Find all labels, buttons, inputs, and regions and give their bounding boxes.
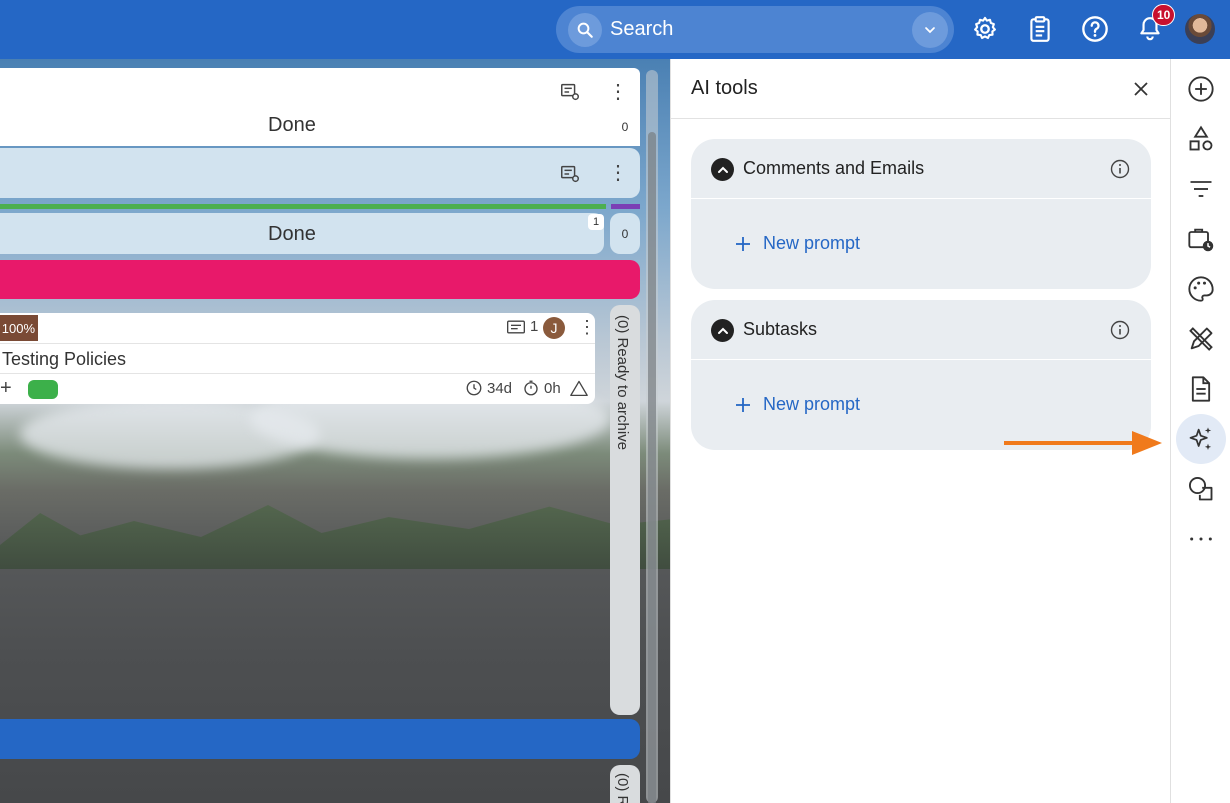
- chat-bubbles-icon[interactable]: [1176, 464, 1226, 514]
- section-header[interactable]: Comments and Emails: [691, 139, 1151, 199]
- archive-column[interactable]: (0) R: [610, 765, 640, 803]
- column-count: 0: [610, 213, 640, 254]
- time-indicator: 0h: [522, 379, 561, 397]
- document-icon[interactable]: [1176, 364, 1226, 414]
- time-value: 0h: [544, 379, 561, 397]
- column-title: Done: [268, 114, 316, 136]
- warning-icon: [569, 379, 589, 397]
- tag-pill[interactable]: [28, 380, 58, 399]
- gear-icon[interactable]: [968, 12, 1002, 46]
- progress-badge: 100%: [0, 315, 38, 341]
- lane-settings-icon[interactable]: [558, 162, 582, 186]
- card-menu-icon[interactable]: ⋮: [578, 317, 596, 338]
- search-box[interactable]: Search: [556, 6, 954, 53]
- filter-icon[interactable]: [1176, 164, 1226, 214]
- stopwatch-icon: [524, 380, 538, 396]
- column-count: 0: [610, 111, 640, 143]
- ai-sparkle-icon[interactable]: [1176, 414, 1226, 464]
- new-prompt-button[interactable]: New prompt: [735, 394, 860, 415]
- lane-settings-icon[interactable]: [558, 80, 582, 104]
- assignee-avatar[interactable]: J: [543, 317, 565, 339]
- swimlane-header: [0, 148, 640, 198]
- info-icon[interactable]: [1109, 158, 1131, 180]
- clock-icon: [466, 380, 482, 396]
- add-circle-icon[interactable]: [1176, 64, 1226, 114]
- swimlane-bar[interactable]: [0, 260, 640, 299]
- done-column-header: Done: [0, 111, 604, 143]
- panel-title: AI tools: [691, 77, 758, 99]
- new-prompt-label: New prompt: [763, 233, 861, 253]
- lane-menu-icon[interactable]: ⋮: [608, 163, 628, 183]
- section-comments-and-emails: Comments and Emails New prompt: [691, 139, 1151, 289]
- new-prompt-label: New prompt: [763, 394, 861, 414]
- user-avatar[interactable]: [1185, 14, 1215, 44]
- help-icon[interactable]: [1078, 12, 1112, 46]
- annotation-arrow-icon: [1004, 431, 1162, 455]
- section-header[interactable]: Subtasks: [691, 300, 1151, 360]
- column-badge: 1: [588, 214, 604, 230]
- done-column-header: Done: [0, 213, 604, 254]
- briefcase-clock-icon[interactable]: [1176, 214, 1226, 264]
- task-card[interactable]: 100% 1 J ⋮ Testing Policies + 34d 0h: [0, 313, 596, 404]
- archive-column[interactable]: (0) Ready to archive: [610, 305, 640, 715]
- search-input[interactable]: Search: [610, 18, 673, 41]
- notification-badge: 10: [1152, 4, 1176, 26]
- clipboard-icon[interactable]: [1023, 12, 1057, 46]
- progress-bar: [0, 204, 606, 209]
- plus-icon: [736, 397, 750, 412]
- pencil-ruler-icon[interactable]: [1176, 314, 1226, 364]
- card-title[interactable]: Testing Policies: [2, 349, 126, 370]
- plus-icon: [736, 236, 750, 251]
- chevron-up-icon[interactable]: [711, 319, 734, 342]
- palette-icon[interactable]: [1176, 264, 1226, 314]
- section-subtasks: Subtasks New prompt: [691, 300, 1151, 450]
- chevron-up-icon[interactable]: [711, 158, 734, 181]
- age-indicator: 34d: [465, 379, 512, 397]
- lane-menu-icon[interactable]: ⋮: [608, 82, 628, 102]
- panel-header: AI tools: [671, 59, 1171, 119]
- section-title: Comments and Emails: [743, 158, 925, 178]
- swimlane-bar[interactable]: [0, 719, 640, 759]
- right-toolbar: [1170, 59, 1230, 803]
- more-icon[interactable]: [1176, 514, 1226, 564]
- search-icon[interactable]: [568, 13, 602, 47]
- archive-column-title: (0) Ready to archive: [614, 315, 631, 451]
- column-title: Done: [268, 223, 316, 245]
- close-icon[interactable]: [1129, 77, 1153, 101]
- age-value: 34d: [487, 379, 513, 397]
- archive-column-title: (0) R: [614, 773, 631, 803]
- progress-bar-secondary: [611, 204, 640, 209]
- top-bar: Search 10: [0, 0, 1230, 59]
- new-prompt-button[interactable]: New prompt: [735, 233, 860, 254]
- chevron-down-icon[interactable]: [912, 12, 948, 48]
- info-icon[interactable]: [1109, 319, 1131, 341]
- add-icon[interactable]: +: [0, 377, 12, 400]
- comments-count: 1: [530, 318, 539, 335]
- board-scrollbar[interactable]: [646, 70, 658, 803]
- comments-indicator[interactable]: 1: [506, 318, 538, 335]
- section-title: Subtasks: [743, 319, 818, 339]
- shapes-icon[interactable]: [1176, 114, 1226, 164]
